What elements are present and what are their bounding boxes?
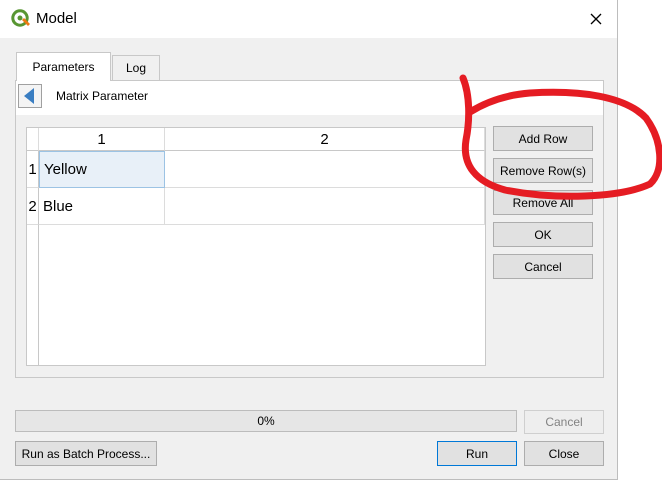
tab-log[interactable]: Log xyxy=(112,55,160,80)
remove-rows-button[interactable]: Remove Row(s) xyxy=(493,158,593,183)
row-header-gutter xyxy=(27,225,39,365)
ok-button[interactable]: OK xyxy=(493,222,593,247)
remove-all-button[interactable]: Remove All xyxy=(493,190,593,215)
table-corner xyxy=(27,128,39,151)
tab-parameters[interactable]: Parameters xyxy=(16,52,111,81)
run-button[interactable]: Run xyxy=(437,441,517,466)
back-button[interactable] xyxy=(18,84,42,108)
cancel-button[interactable]: Cancel xyxy=(493,254,593,279)
footer-cancel-button[interactable]: Cancel xyxy=(524,410,604,434)
table-cell[interactable]: Blue xyxy=(39,188,165,225)
column-header-2[interactable]: 2 xyxy=(165,128,485,151)
matrix-table[interactable]: 1 2 1 Yellow 2 Blue xyxy=(26,127,486,366)
qgis-logo-icon xyxy=(11,9,30,27)
table-cell[interactable] xyxy=(165,151,485,188)
add-row-button[interactable]: Add Row xyxy=(493,126,593,151)
run-as-batch-button[interactable]: Run as Batch Process... xyxy=(15,441,157,466)
row-header-1[interactable]: 1 xyxy=(27,151,39,188)
close-icon[interactable] xyxy=(586,9,606,29)
progress-text: 0% xyxy=(257,414,275,428)
back-arrow-icon xyxy=(24,88,34,104)
table-cell[interactable] xyxy=(165,188,485,225)
row-header-2[interactable]: 2 xyxy=(27,188,39,225)
breadcrumb-label: Matrix Parameter xyxy=(56,89,149,103)
tab-log-label: Log xyxy=(125,61,147,75)
window-title: Model xyxy=(36,10,77,27)
close-button[interactable]: Close xyxy=(524,441,604,466)
progress-bar: 0% xyxy=(15,410,517,432)
model-dialog: Model Parameters Log Matrix Parameter 1 … xyxy=(0,0,618,480)
column-header-1[interactable]: 1 xyxy=(39,128,165,151)
table-cell[interactable]: Yellow xyxy=(39,151,165,188)
title-bar: Model xyxy=(0,0,617,38)
tab-parameters-label: Parameters xyxy=(32,60,95,74)
